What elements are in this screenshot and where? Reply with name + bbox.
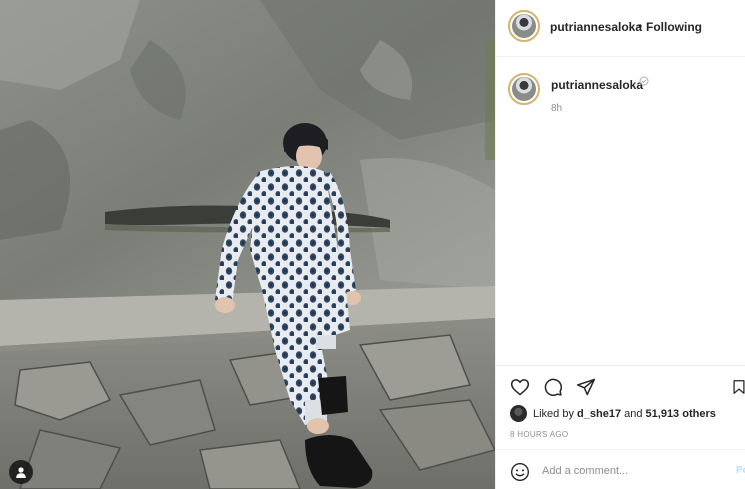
following-button[interactable]: Following — [646, 20, 702, 34]
post-image — [0, 0, 495, 489]
liker-avatar[interactable] — [510, 405, 527, 422]
comment-input[interactable] — [542, 461, 722, 481]
likes-summary: Liked by d_she17 and 51,913 others — [510, 405, 716, 422]
heart-icon — [510, 379, 530, 396]
comment-bar: Post — [496, 449, 745, 489]
comment-icon — [544, 378, 563, 397]
user-tag-button[interactable] — [9, 460, 33, 484]
likes-text: Liked by d_she17 and 51,913 others — [533, 408, 716, 420]
post-timestamp[interactable]: 8 HOURS AGO — [510, 430, 568, 439]
post-side-panel: putriannesaloka • Following putriannesal… — [495, 0, 745, 489]
bookmark-icon — [733, 380, 745, 394]
emoji-button[interactable] — [510, 462, 530, 482]
caption-username[interactable]: putriannesaloka — [551, 78, 643, 92]
liked-middle: and — [621, 407, 646, 420]
user-tag-icon — [16, 467, 26, 478]
follow-separator: • — [638, 19, 643, 33]
author-username[interactable]: putriannesaloka — [550, 20, 642, 34]
caption-timestamp[interactable]: 8h — [551, 103, 562, 114]
post-header: putriannesaloka • Following — [496, 0, 745, 57]
caption-avatar[interactable] — [508, 73, 540, 105]
post-actions: Liked by d_she17 and 51,913 others 8 HOU… — [496, 365, 745, 489]
like-button[interactable] — [508, 375, 532, 399]
post-photo[interactable] — [0, 0, 495, 489]
liked-prefix: Liked by — [533, 407, 578, 420]
emoji-icon — [511, 463, 529, 481]
verified-icon — [639, 76, 649, 88]
save-button[interactable] — [732, 375, 745, 399]
comment-button[interactable] — [541, 375, 565, 399]
share-button[interactable] — [574, 375, 598, 399]
post-comment-button[interactable]: Post — [736, 465, 745, 476]
author-avatar[interactable] — [508, 10, 540, 42]
liker-username[interactable]: d_she17 — [577, 408, 621, 420]
share-icon — [576, 378, 596, 396]
likes-count[interactable]: 51,913 others — [646, 408, 716, 420]
